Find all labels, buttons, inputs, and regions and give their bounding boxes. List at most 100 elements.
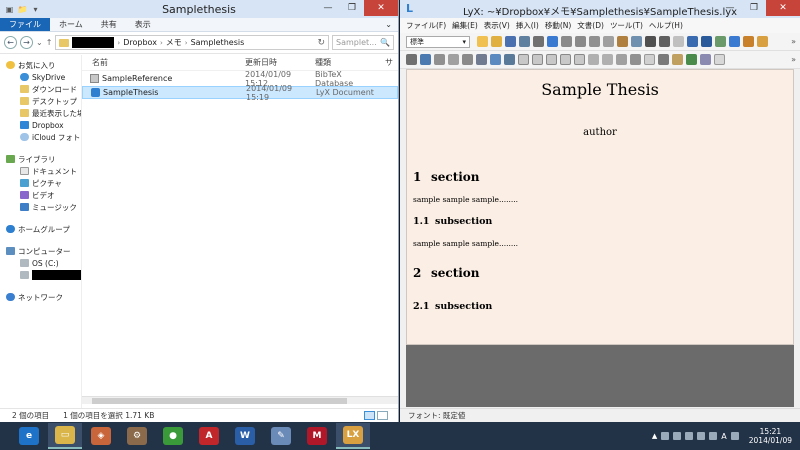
address-bar[interactable]: › Dropbox › メモ › Samplethesis ↻ [55, 35, 329, 50]
lyx-titlebar[interactable]: L LyX: ~¥Dropbox¥メモ¥Samplethesis¥SampleT… [400, 0, 800, 18]
menu-edit[interactable]: 編集(E) [452, 20, 478, 31]
taskbar-acrobat[interactable]: A [192, 423, 226, 449]
navigation-pane[interactable]: お気に入り SkyDrive ダウンロード デスクトップ 最近表示した場 Dro… [0, 55, 82, 408]
nav-videos[interactable]: ビデオ [0, 189, 81, 201]
subsection-heading[interactable]: 2.1 subsection [413, 301, 492, 312]
math-sum-icon[interactable] [729, 36, 740, 47]
insert-citation-icon[interactable] [672, 54, 683, 65]
nav-music[interactable]: ミュージック [0, 201, 81, 213]
menu-insert[interactable]: 挿入(I) [516, 20, 539, 31]
large-icons-view-icon[interactable] [377, 411, 388, 420]
insert-footnote-icon[interactable] [616, 54, 627, 65]
nav-favorites[interactable]: お気に入り [0, 59, 81, 71]
tab-share[interactable]: 共有 [92, 18, 126, 31]
toolbar-overflow-icon[interactable]: » [791, 55, 796, 64]
insert-label-icon[interactable] [644, 54, 655, 65]
tab-view[interactable]: 表示 [126, 18, 160, 31]
save-all-icon[interactable] [519, 36, 530, 47]
paste-special-icon[interactable] [631, 36, 642, 47]
details-view-icon[interactable] [364, 411, 375, 420]
indent-icon[interactable] [560, 54, 571, 65]
find-replace-icon[interactable] [659, 36, 670, 47]
scrollbar-thumb[interactable] [92, 398, 347, 404]
nav-homegroup[interactable]: ホームグループ [0, 223, 81, 235]
toolbar-overflow-icon[interactable]: » [791, 37, 796, 46]
paragraph-style-select[interactable]: 標準 ▾ [406, 35, 470, 48]
nav-skydrive[interactable]: SkyDrive [0, 71, 81, 83]
breadcrumb-dropbox[interactable]: Dropbox [123, 38, 157, 47]
move-down-icon[interactable] [602, 54, 613, 65]
tab-file[interactable]: ファイル [0, 18, 50, 31]
open-folder-icon[interactable] [491, 36, 502, 47]
pdf-view-icon[interactable] [462, 54, 473, 65]
network-tray-icon[interactable] [685, 432, 694, 440]
nav-pictures[interactable]: ピクチャ [0, 177, 81, 189]
horizontal-scrollbar[interactable] [82, 396, 398, 404]
section-heading[interactable]: 2 section [413, 266, 480, 280]
copy-icon[interactable] [603, 36, 614, 47]
document-canvas[interactable]: Sample Thesis author 1 section sample sam… [406, 69, 794, 345]
cut-icon[interactable] [589, 36, 600, 47]
taskbar-lyx[interactable]: LX [336, 423, 370, 449]
clock[interactable]: 15:21 2014/01/09 [749, 427, 792, 445]
font-bold-icon[interactable] [701, 36, 712, 47]
column-size[interactable]: サ [375, 57, 395, 68]
close-button[interactable]: ✕ [766, 0, 800, 16]
column-date[interactable]: 更新日時 [235, 57, 305, 68]
insert-reference-icon[interactable] [658, 54, 669, 65]
taskbar-word[interactable]: W [228, 423, 262, 449]
insert-box-icon[interactable] [714, 54, 725, 65]
minimize-button[interactable]: — [316, 0, 340, 16]
insert-note-icon[interactable] [630, 54, 641, 65]
nav-documents[interactable]: ドキュメント [0, 165, 81, 177]
minimize-button[interactable]: — [718, 0, 742, 16]
explorer-titlebar[interactable]: ▣ 📁 ▾ Samplethesis — ❐ ✕ [0, 0, 398, 18]
update-icon[interactable] [420, 54, 431, 65]
print-icon[interactable] [533, 36, 544, 47]
toc-icon[interactable] [490, 54, 501, 65]
table-row-selected[interactable]: SampleThesis 2014/01/09 15:19 LyX Docume… [82, 84, 398, 102]
binoculars-icon[interactable] [645, 36, 656, 47]
column-name[interactable]: 名前 [82, 57, 235, 68]
menu-navigate[interactable]: 移動(N) [545, 20, 571, 31]
taskbar-app4[interactable]: ⚙ [120, 423, 154, 449]
expand-ribbon-icon[interactable]: ⌄ [379, 18, 398, 31]
taskbar-mendeley[interactable]: M [300, 423, 334, 449]
nav-icloud-photos[interactable]: iCloud フォト [0, 131, 81, 143]
taskbar-app3[interactable]: ◈ [84, 423, 118, 449]
font-italic-icon[interactable] [687, 36, 698, 47]
section-heading[interactable]: 1 section [413, 170, 480, 184]
nav-os-drive[interactable]: OS (C:) [0, 257, 81, 269]
outdent-icon[interactable] [574, 54, 585, 65]
close-button[interactable]: ✕ [364, 0, 398, 16]
nav-downloads[interactable]: ダウンロード [0, 83, 81, 95]
outline-icon[interactable] [504, 54, 515, 65]
insert-index-icon[interactable] [686, 54, 697, 65]
menu-tools[interactable]: ツール(T) [610, 20, 643, 31]
insert-figure-icon[interactable] [743, 36, 754, 47]
back-button[interactable]: ← [4, 36, 17, 49]
paste-icon[interactable] [617, 36, 628, 47]
view-source-icon[interactable] [434, 54, 445, 65]
insert-url-icon[interactable] [700, 54, 711, 65]
search-icon[interactable]: 🔍 [380, 38, 390, 47]
list-number-icon[interactable] [532, 54, 543, 65]
taskbar-paint[interactable]: ✎ [264, 423, 298, 449]
nav-redacted-drive[interactable] [0, 269, 81, 281]
menu-help[interactable]: ヘルプ(H) [649, 20, 683, 31]
volume-icon[interactable] [697, 432, 706, 440]
battery-icon[interactable] [709, 432, 718, 440]
ime-indicator[interactable]: A [721, 432, 726, 441]
breadcrumb-samplethesis[interactable]: Samplethesis [191, 38, 245, 47]
menu-file[interactable]: ファイル(F) [406, 20, 446, 31]
up-button[interactable]: ↑ [46, 38, 53, 47]
breadcrumb-memo[interactable]: メモ [166, 37, 182, 48]
action-center-icon[interactable] [661, 432, 670, 440]
taskbar-ie[interactable]: e [12, 423, 46, 449]
undo-icon[interactable] [561, 36, 572, 47]
customize-chevron-icon[interactable]: ▾ [30, 4, 41, 15]
maximize-button[interactable]: ❐ [340, 0, 364, 16]
list-bullet-icon[interactable] [518, 54, 529, 65]
column-type[interactable]: 種類 [305, 57, 375, 68]
nav-libraries[interactable]: ライブラリ [0, 153, 81, 165]
